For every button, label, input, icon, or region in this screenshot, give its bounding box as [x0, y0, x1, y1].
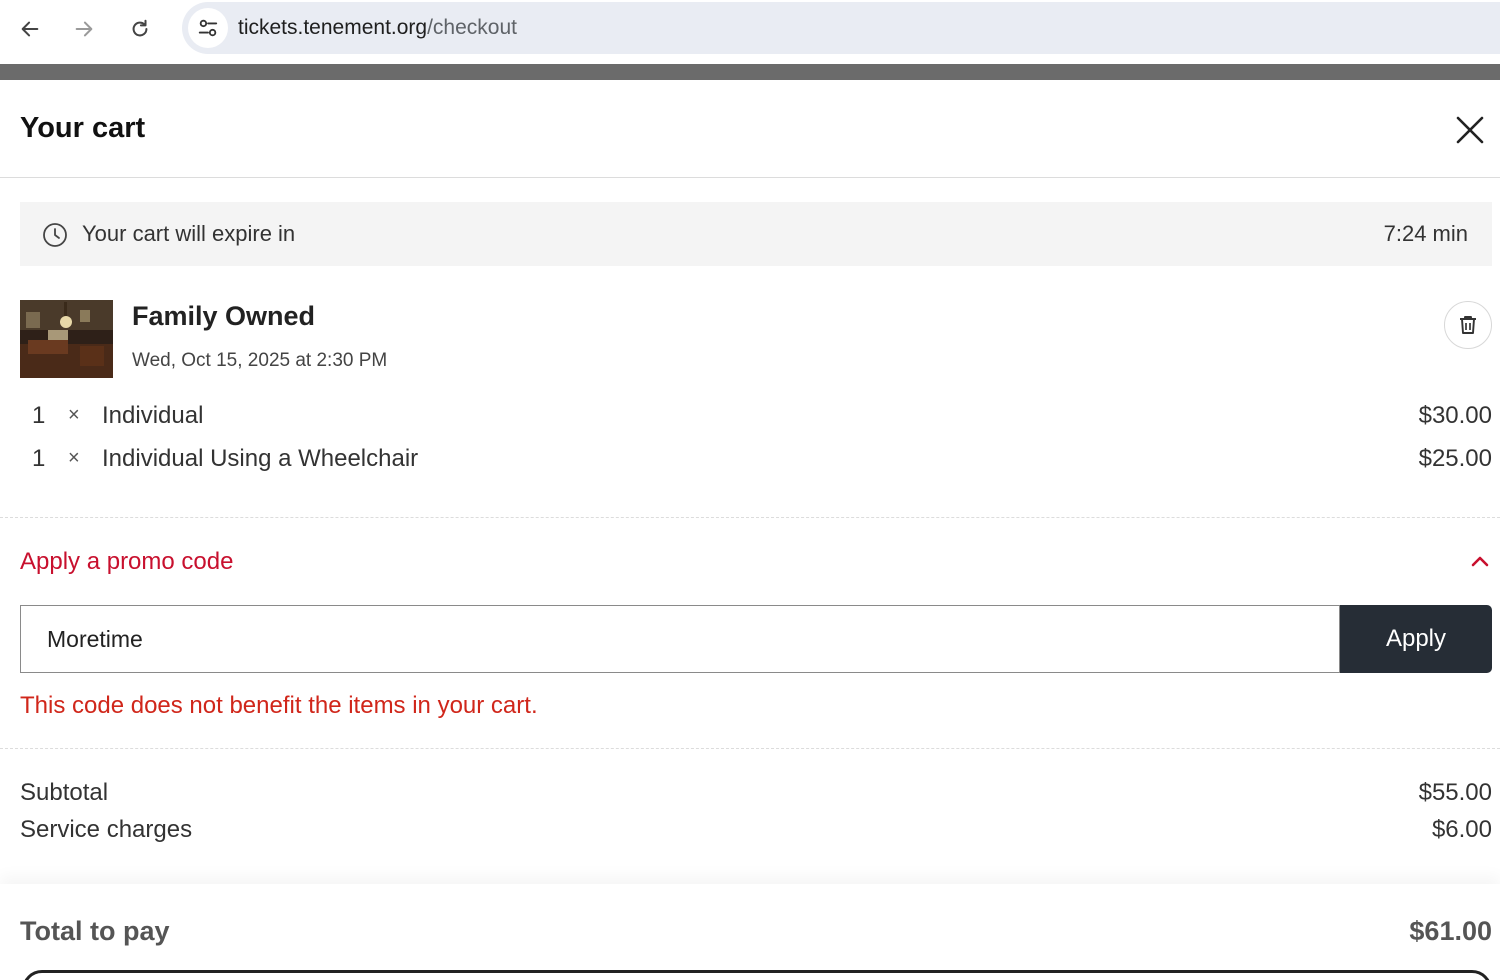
total-label: Total to pay: [20, 916, 170, 946]
promo-error-message: This code does not benefit the items in …: [20, 692, 538, 719]
promo-code-toggle[interactable]: Apply a promo code: [20, 548, 1492, 582]
subtotal-value: $55.00: [1418, 779, 1492, 806]
url-host: tickets.tenement.org: [238, 16, 428, 39]
divider: [0, 517, 1500, 518]
close-icon: [1456, 116, 1484, 144]
subtotal-row: Subtotal $55.00: [20, 779, 1492, 809]
url-text: tickets.tenement.org/checkout: [238, 16, 517, 40]
subtotal-label: Subtotal: [20, 779, 109, 806]
address-bar[interactable]: tickets.tenement.org/checkout: [182, 2, 1500, 54]
cart-title: Your cart: [20, 112, 146, 144]
event-thumbnail: [20, 300, 113, 378]
line-item-name: Individual Using a Wheelchair: [102, 445, 419, 472]
reload-button[interactable]: [123, 12, 157, 46]
promo-code-input[interactable]: [20, 605, 1340, 673]
line-item-price: $25.00: [1418, 445, 1492, 472]
line-item: 1 × Individual $30.00: [20, 402, 1492, 434]
apply-promo-button[interactable]: Apply: [1340, 605, 1492, 673]
line-item-name: Individual: [102, 402, 204, 429]
trash-icon: [1460, 316, 1476, 334]
cart-panel: Your cart Your cart will expire in 7:24 …: [0, 80, 1500, 980]
clock-icon: [43, 223, 67, 247]
site-info-button[interactable]: [188, 8, 228, 48]
cart-timer: Your cart will expire in 7:24 min: [20, 202, 1492, 266]
remove-event-button[interactable]: [1444, 301, 1492, 349]
line-item-price: $30.00: [1418, 402, 1492, 429]
total-value: $61.00: [1409, 916, 1492, 946]
event-title: Family Owned: [132, 301, 316, 331]
service-charges-label: Service charges: [20, 816, 193, 843]
arrow-left-icon: [21, 21, 39, 37]
checkout-button[interactable]: [22, 970, 1492, 980]
line-item: 1 × Individual Using a Wheelchair $25.00: [20, 445, 1492, 477]
page-overlay-strip: [0, 64, 1500, 80]
divider: [0, 748, 1500, 749]
reload-icon: [132, 19, 148, 37]
arrow-right-icon: [75, 21, 93, 37]
tune-icon: [198, 19, 218, 37]
total-section: Total to pay $61.00: [0, 884, 1500, 980]
times-icon: ×: [68, 404, 80, 426]
event-date: Wed, Oct 15, 2025 at 2:30 PM: [132, 350, 388, 371]
url-path: /checkout: [427, 16, 517, 39]
line-item-quantity: 1: [32, 402, 46, 429]
times-icon: ×: [68, 447, 80, 469]
back-button[interactable]: [13, 12, 47, 46]
forward-button[interactable]: [67, 12, 101, 46]
service-charges-row: Service charges $6.00: [20, 816, 1492, 846]
browser-toolbar: tickets.tenement.org/checkout: [0, 0, 1500, 64]
promo-toggle-label: Apply a promo code: [20, 548, 234, 575]
close-button[interactable]: [1450, 110, 1490, 150]
timer-label: Your cart will expire in: [82, 221, 296, 246]
timer-value: 7:24 min: [1383, 221, 1468, 246]
line-item-quantity: 1: [32, 445, 46, 472]
service-charges-value: $6.00: [1431, 816, 1492, 843]
chevron-up-icon: [1471, 556, 1489, 567]
cart-header: Your cart: [0, 80, 1500, 178]
